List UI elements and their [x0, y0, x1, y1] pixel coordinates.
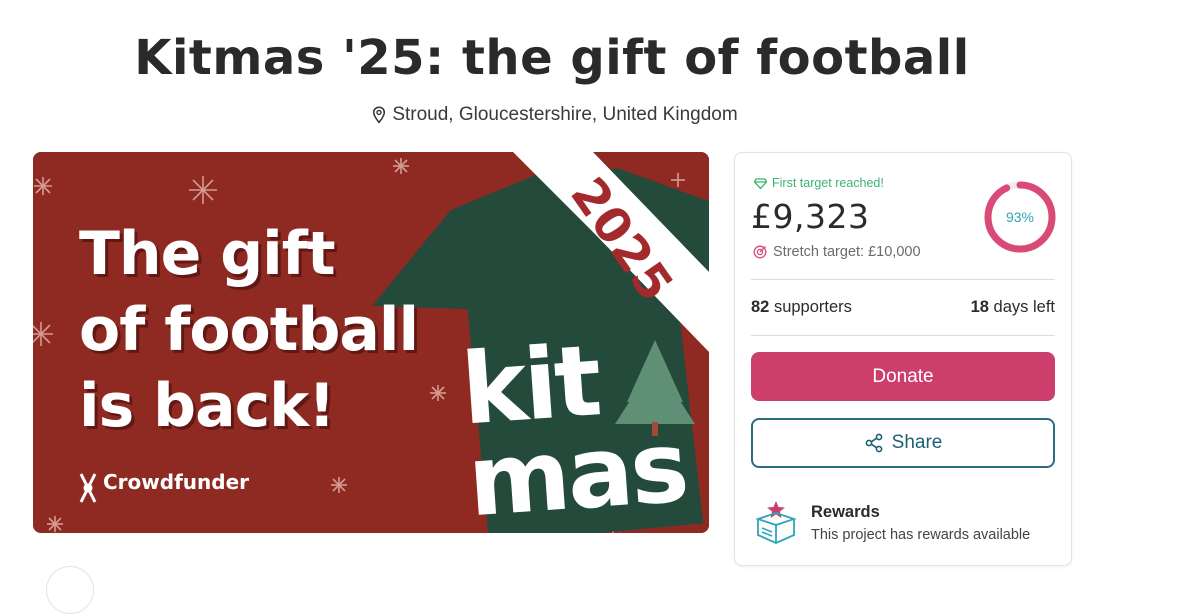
project-location: Stroud, Gloucestershire, United Kingdom: [0, 104, 1110, 126]
supporters-count: 82: [751, 298, 770, 316]
kitmas-wordmark: kit mas: [458, 324, 690, 533]
location-text: Stroud, Gloucestershire, United Kingdom: [392, 104, 738, 125]
floating-action-button[interactable]: [46, 566, 94, 614]
days-left-stat: 18 days left: [971, 298, 1055, 317]
rewards-subtitle: This project has rewards available: [811, 527, 1031, 543]
headline-line-1: The gift: [79, 219, 336, 289]
stretch-target-text: Stretch target: £10,000: [773, 244, 921, 260]
hero-headline: The gift of football is back!: [79, 216, 419, 444]
brand-name: Crowdfunder: [103, 470, 249, 494]
gift-box-icon: [755, 501, 797, 544]
progress-percent: 93%: [1005, 209, 1035, 225]
share-label: Share: [891, 432, 943, 453]
map-pin-icon: [373, 106, 386, 124]
brand-logo: Crowdfunder: [77, 470, 249, 494]
share-icon: [865, 433, 883, 453]
days-label: days left: [993, 298, 1055, 316]
rewards-text: Rewards This project has rewards availab…: [811, 499, 1030, 543]
amount-raised: £9,323: [751, 197, 870, 236]
rewards-title: Rewards: [811, 503, 880, 521]
rewards-section[interactable]: Rewards This project has rewards availab…: [753, 499, 1030, 545]
funding-card: First target reached! £9,323 Stretch tar…: [734, 152, 1072, 566]
headline-line-3: is back!: [79, 371, 335, 441]
days-count: 18: [970, 298, 989, 316]
donate-button[interactable]: Donate: [751, 352, 1055, 401]
supporters-label: supporters: [773, 298, 852, 316]
target-reached-badge: First target reached!: [754, 176, 884, 190]
headline-line-2: of football: [79, 295, 419, 365]
mas-word: mas: [464, 410, 690, 533]
target-icon: [753, 245, 767, 259]
target-reached-text: First target reached!: [772, 176, 884, 190]
diamond-icon: [754, 177, 767, 189]
hero-image: The gift of football is back! 2025 kit m…: [33, 152, 709, 533]
supporters-stat: 82 supporters: [751, 298, 852, 317]
divider: [751, 279, 1055, 280]
stretch-target: Stretch target: £10,000: [753, 244, 921, 260]
campaign-stats: 82 supporters 18 days left: [751, 298, 1055, 317]
page-title: Kitmas '25: the gift of football: [134, 30, 970, 86]
share-button[interactable]: Share: [751, 418, 1055, 468]
divider: [751, 335, 1055, 336]
